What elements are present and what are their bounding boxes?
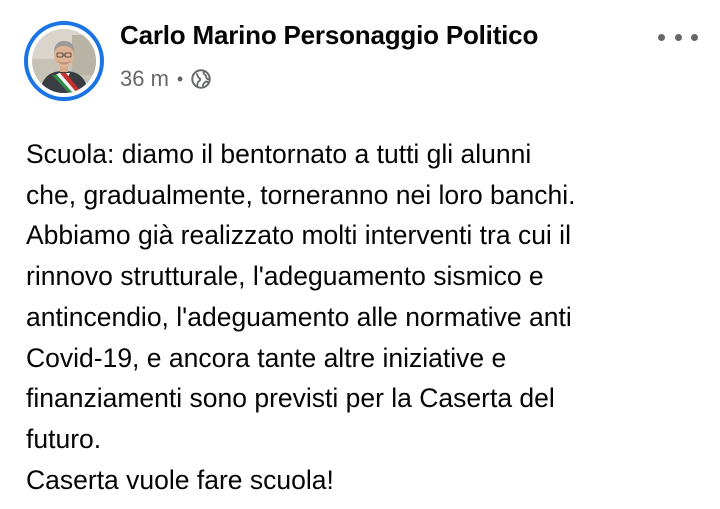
post-body-text: Scuola: diamo il bentornato a tutti gli … — [26, 134, 706, 500]
post-meta: 36 m • — [120, 66, 212, 92]
globe-icon[interactable] — [190, 68, 212, 90]
post-timestamp[interactable]: 36 m — [120, 66, 169, 92]
post-text-line: finanziamenti sono previsti per la Caser… — [26, 383, 555, 414]
post-text-line: Covid-19, e ancora tante altre iniziativ… — [26, 342, 507, 373]
meta-separator: • — [176, 69, 184, 89]
more-dot — [658, 33, 665, 41]
more-dot — [674, 33, 682, 41]
post-text-line: che, gradualmente, torneranno nei loro b… — [26, 179, 576, 210]
post-text-line: antincendio, l'adeguamento alle normativ… — [26, 301, 572, 332]
post-text-line: Scuola: diamo il bentornato a tutti gli … — [26, 139, 532, 169]
post-text-line: Caserta vuole fare scuola! — [26, 464, 334, 495]
avatar-photo — [32, 29, 96, 93]
more-options-icon[interactable] — [658, 26, 698, 48]
author-avatar[interactable] — [24, 21, 104, 101]
post-text-line: Abbiamo già realizzato molti interventi … — [26, 220, 571, 251]
post-text-line: futuro. — [26, 423, 102, 454]
author-name-link[interactable]: Carlo Marino Personaggio Politico — [120, 20, 538, 51]
more-dot — [691, 33, 698, 41]
facebook-post: Carlo Marino Personaggio Politico 36 m •… — [0, 0, 720, 509]
post-text-line: rinnovo strutturale, l'adeguamento sismi… — [26, 261, 544, 292]
